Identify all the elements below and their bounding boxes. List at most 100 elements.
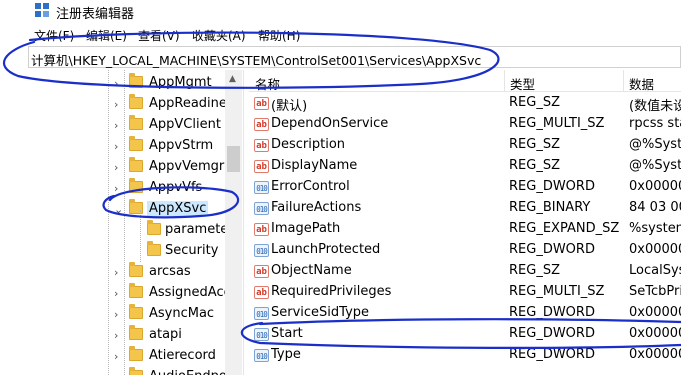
scroll-up-arrow-icon[interactable]: ▲ <box>229 74 236 84</box>
expand-chevron-icon[interactable]: › <box>114 266 118 279</box>
column-type-header[interactable]: 类型 <box>510 74 535 93</box>
value-row[interactable]: abObjectName REG_SZ LocalSyst <box>249 261 681 282</box>
value-row[interactable]: abDescription REG_SZ @%Syste <box>249 135 681 156</box>
value-type: REG_MULTI_SZ <box>509 284 605 299</box>
folder-icon <box>147 220 161 235</box>
value-data: @%Syste <box>629 137 681 152</box>
tree-item-label: AsyncMac <box>149 306 215 321</box>
value-row[interactable]: 010Start REG_DWORD 0x000000 <box>249 324 681 345</box>
expand-chevron-icon[interactable]: › <box>114 161 118 174</box>
value-data: rpcss sta <box>629 116 681 131</box>
value-data: LocalSyst <box>629 263 681 278</box>
folder-icon <box>129 304 143 319</box>
folder-icon <box>129 178 143 193</box>
folder-icon <box>129 283 143 298</box>
scroll-thumb[interactable] <box>227 146 240 172</box>
value-type: REG_DWORD <box>509 347 595 362</box>
column-divider[interactable] <box>623 70 624 92</box>
string-value-icon: ab <box>254 286 269 299</box>
tree-item[interactable]: › AppVClient <box>0 115 225 136</box>
value-data: 0x000000 <box>629 305 681 320</box>
tree-item[interactable]: › AppReadines <box>0 94 234 115</box>
tree-item[interactable]: ⌄ AppXSvc <box>0 199 225 220</box>
value-row[interactable]: ab (默认) REG_SZ (数值未设 <box>249 93 681 114</box>
key-tree[interactable]: › AppMgmt › AppReadines › AppVClient › AppvStrm… <box>0 70 243 375</box>
column-data-header[interactable]: 数据 <box>629 74 654 93</box>
value-row[interactable]: 010FailureActions REG_BINARY 84 03 00 <box>249 198 681 219</box>
tree-scrollbar[interactable]: ▲ <box>225 70 242 375</box>
expand-chevron-icon[interactable]: › <box>114 182 118 195</box>
value-row[interactable]: 010LaunchProtected REG_DWORD 0x000000 <box>249 240 681 261</box>
expand-chevron-icon[interactable]: › <box>114 371 118 375</box>
expand-chevron-icon[interactable]: › <box>114 308 118 321</box>
address-path[interactable]: 计算机\HKEY_LOCAL_MACHINE\SYSTEM\ControlSet… <box>31 50 481 69</box>
value-type: REG_DWORD <box>509 242 595 257</box>
value-data: 0x000000 <box>629 326 681 341</box>
value-name: ObjectName <box>271 263 352 278</box>
expand-chevron-icon[interactable]: › <box>114 329 118 342</box>
value-name: ServiceSidType <box>271 305 370 320</box>
tree-item[interactable]: › atapi <box>0 325 225 346</box>
menu-favorites[interactable]: 收藏夹(A) <box>192 27 246 44</box>
tree-guide-line <box>108 70 109 375</box>
tree-item-label: AppvVemgr <box>149 159 225 174</box>
tree-item[interactable]: › AudioEndpoi <box>0 367 230 375</box>
tree-item[interactable]: › Atierecord <box>0 346 225 367</box>
tree-item-label: AppVClient <box>149 117 221 132</box>
tree-item-label: Atierecord <box>149 348 216 363</box>
column-name-header[interactable]: 名称 <box>255 74 280 93</box>
tree-guide-line <box>124 70 125 375</box>
tree-item[interactable]: › AppvStrm <box>0 136 225 157</box>
address-bar[interactable]: 计算机\HKEY_LOCAL_MACHINE\SYSTEM\ControlSet… <box>28 46 681 68</box>
tree-guide-line <box>140 210 141 262</box>
value-name: DisplayName <box>271 158 358 173</box>
expand-chevron-icon[interactable]: › <box>114 287 118 300</box>
value-name: FailureActions <box>271 200 362 215</box>
tree-item-label: AppMgmt <box>149 75 212 90</box>
folder-icon <box>129 73 143 88</box>
tree-item[interactable]: › AppMgmt <box>0 73 225 94</box>
expand-chevron-icon[interactable]: › <box>114 350 118 363</box>
value-row[interactable]: abRequiredPrivileges REG_MULTI_SZ SeTcbPri… <box>249 282 681 303</box>
expand-chevron-icon[interactable]: › <box>114 119 118 132</box>
string-value-icon: ab <box>254 223 269 236</box>
collapse-chevron-icon[interactable]: ⌄ <box>114 203 123 216</box>
binary-value-icon: 010 <box>254 244 269 257</box>
value-type: REG_EXPAND_SZ <box>509 221 620 236</box>
value-type: REG_SZ <box>509 95 560 110</box>
binary-value-icon: 010 <box>254 349 269 362</box>
menu-bar: 文件(F) 编辑(E) 查看(V) 收藏夹(A) 帮助(H) <box>0 24 681 46</box>
menu-help[interactable]: 帮助(H) <box>258 27 300 44</box>
expand-chevron-icon[interactable]: › <box>114 140 118 153</box>
column-divider[interactable] <box>504 70 505 92</box>
value-row[interactable]: abDisplayName REG_SZ @%Syste <box>249 156 681 177</box>
value-type: REG_DWORD <box>509 305 595 320</box>
tree-item[interactable]: › AppvVemgr <box>0 157 225 178</box>
expand-chevron-icon[interactable]: › <box>114 77 118 90</box>
value-row[interactable]: 010ServiceSidType REG_DWORD 0x000000 <box>249 303 681 324</box>
tree-item[interactable]: › AssignedAcce <box>0 283 239 304</box>
tree-item[interactable]: parameter <box>0 220 234 241</box>
tree-item[interactable]: Security <box>0 241 225 262</box>
tree-item-label: AppvVfs <box>149 180 203 195</box>
menu-view[interactable]: 查看(V) <box>138 27 180 44</box>
value-row[interactable]: abDependOnService REG_MULTI_SZ rpcss sta <box>249 114 681 135</box>
value-type: REG_BINARY <box>509 200 591 215</box>
values-header: 名称 类型 数据 <box>249 70 681 92</box>
tree-item[interactable]: › AsyncMac <box>0 304 225 325</box>
tree-item-label: Security <box>165 243 219 258</box>
value-type: REG_SZ <box>509 137 560 152</box>
menu-edit[interactable]: 编辑(E) <box>86 27 127 44</box>
value-row[interactable]: abImagePath REG_EXPAND_SZ %system <box>249 219 681 240</box>
tree-item[interactable]: › arcsas <box>0 262 225 283</box>
folder-icon <box>129 262 143 277</box>
value-type: REG_SZ <box>509 158 560 173</box>
binary-value-icon: 010 <box>254 328 269 341</box>
tree-item[interactable]: › AppvVfs <box>0 178 225 199</box>
value-row[interactable]: 010Type REG_DWORD 0x000000 <box>249 345 681 366</box>
value-row[interactable]: 010ErrorControl REG_DWORD 0x000000 <box>249 177 681 198</box>
expand-chevron-icon[interactable]: › <box>114 98 118 111</box>
menu-file[interactable]: 文件(F) <box>34 27 74 44</box>
tree-item-label: AudioEndpoi <box>149 369 230 375</box>
value-data: 84 03 00 <box>629 200 681 215</box>
